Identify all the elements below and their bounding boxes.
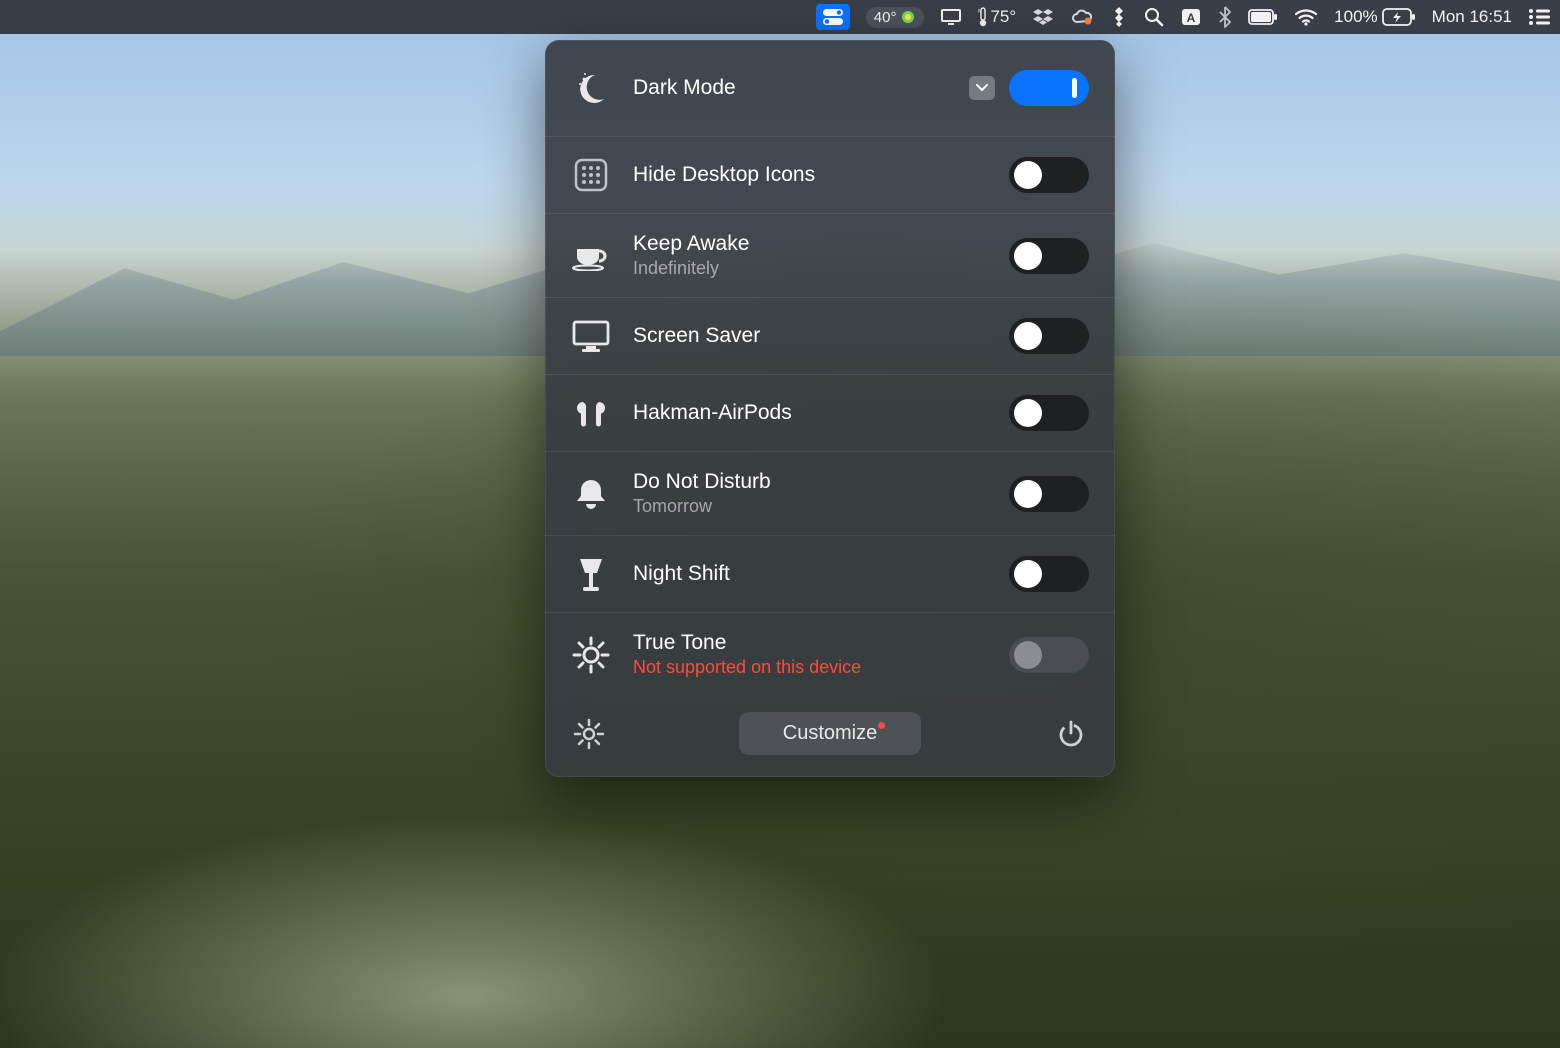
coffee-icon <box>571 236 611 276</box>
menubar-display-icon[interactable] <box>940 8 962 26</box>
keep-awake-toggle[interactable] <box>1009 238 1089 274</box>
row-label: Dark Mode <box>633 76 947 100</box>
menubar-input-icon[interactable]: A <box>1180 7 1202 27</box>
customize-label: Customize <box>783 722 877 744</box>
menubar: 40° N 75° A 100% Mon 16:51 <box>0 0 1560 34</box>
night-shift-toggle[interactable] <box>1009 556 1089 592</box>
gear-icon <box>573 718 605 750</box>
menubar-spotlight-icon[interactable] <box>1144 7 1164 27</box>
battery-percent-text: 100% <box>1334 7 1377 27</box>
menubar-cloud-icon[interactable] <box>1070 8 1094 26</box>
row-label: Hide Desktop Icons <box>633 163 987 187</box>
bell-icon <box>571 474 611 514</box>
dark-mode-toggle[interactable] <box>1009 70 1089 106</box>
row-label: Hakman-AirPods <box>633 401 987 425</box>
airpods-icon <box>571 393 611 433</box>
screen-saver-toggle[interactable] <box>1009 318 1089 354</box>
power-icon <box>1056 719 1086 749</box>
panel-footer: Customize <box>545 696 1115 777</box>
weather-icon <box>900 9 916 25</box>
row-label: Do Not Disturb <box>633 470 987 494</box>
row-true-tone: True Tone Not supported on this device <box>545 613 1115 696</box>
row-do-not-disturb: Do Not Disturb Tomorrow <box>545 452 1115 536</box>
row-label: Night Shift <box>633 562 987 586</box>
row-keep-awake: Keep Awake Indefinitely <box>545 214 1115 298</box>
svg-text:A: A <box>1187 11 1196 25</box>
dark-mode-dropdown[interactable] <box>969 76 995 100</box>
menubar-thermometer[interactable]: N 75° <box>978 7 1016 27</box>
menubar-weather[interactable]: 40° <box>866 7 925 28</box>
menubar-dropbox-icon[interactable] <box>1032 7 1054 27</box>
power-button[interactable] <box>1053 716 1089 752</box>
monitor-icon <box>571 316 611 356</box>
airpods-toggle[interactable] <box>1009 395 1089 431</box>
svg-text:N: N <box>978 9 982 15</box>
settings-button[interactable] <box>571 716 607 752</box>
lamp-icon <box>571 554 611 594</box>
row-airpods: Hakman-AirPods <box>545 375 1115 452</box>
weather-temp: 40° <box>874 9 897 26</box>
battery-charging-icon <box>1382 8 1416 26</box>
customize-button[interactable]: Customize <box>739 712 921 755</box>
menubar-diamond-icon[interactable] <box>1110 6 1128 28</box>
row-label: Screen Saver <box>633 324 987 348</box>
row-night-shift: Night Shift <box>545 536 1115 613</box>
clock-text: Mon 16:51 <box>1432 7 1512 27</box>
row-label: True Tone <box>633 631 987 655</box>
chevron-down-icon <box>976 84 988 92</box>
row-sublabel: Tomorrow <box>633 496 987 517</box>
row-hide-desktop-icons: Hide Desktop Icons <box>545 137 1115 214</box>
menubar-bluetooth-icon[interactable] <box>1218 6 1232 28</box>
row-dark-mode: Dark Mode <box>545 40 1115 137</box>
row-label: Keep Awake <box>633 232 987 256</box>
menubar-wifi-icon[interactable] <box>1294 8 1318 26</box>
row-screen-saver: Screen Saver <box>545 298 1115 375</box>
menubar-clock[interactable]: Mon 16:51 <box>1432 7 1512 27</box>
row-sublabel: Not supported on this device <box>633 657 987 678</box>
menubar-battery-pct: 100% <box>1334 7 1415 27</box>
menubar-app-onesswitch[interactable] <box>816 4 850 30</box>
control-panel: Dark Mode Hide Desktop Icons Keep A <box>545 40 1115 777</box>
true-tone-toggle <box>1009 637 1089 673</box>
hide-desktop-icons-toggle[interactable] <box>1009 157 1089 193</box>
menubar-battery-icon[interactable] <box>1248 9 1278 25</box>
thermometer-temp: 75° <box>990 7 1016 27</box>
dnd-toggle[interactable] <box>1009 476 1089 512</box>
notification-dot <box>878 722 885 729</box>
row-sublabel: Indefinitely <box>633 258 987 279</box>
sun-icon <box>571 635 611 675</box>
menubar-notification-center-icon[interactable] <box>1528 9 1550 25</box>
moon-icon <box>571 68 611 108</box>
grid-icon <box>571 155 611 195</box>
